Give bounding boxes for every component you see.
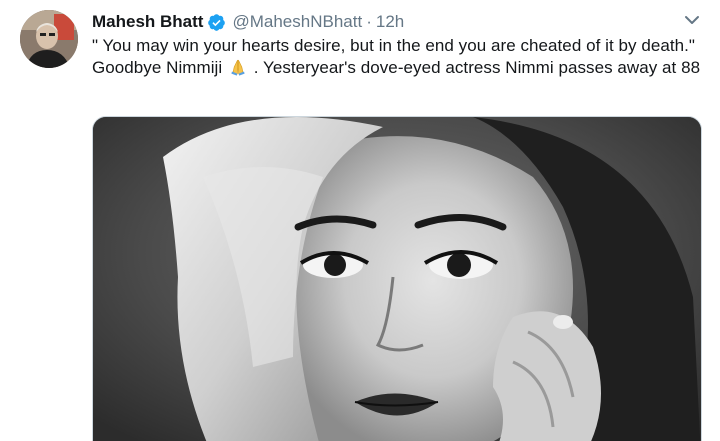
tweet-card[interactable]: Mahesh Bhatt @MaheshNBhatt · 12h " You m… xyxy=(0,0,720,441)
photo-image xyxy=(93,117,701,441)
timestamp[interactable]: 12h xyxy=(376,10,404,34)
chevron-down-icon[interactable] xyxy=(682,10,702,30)
handle[interactable]: @MaheshNBhatt xyxy=(232,10,362,34)
folded-hands-icon xyxy=(229,58,247,76)
verified-badge-icon xyxy=(207,13,226,32)
avatar-image xyxy=(20,10,78,68)
separator-dot: · xyxy=(366,12,372,31)
tweet-text: " You may win your hearts desire, but in… xyxy=(92,35,707,79)
tweet-text-part2: . Yesteryear's dove-eyed actress Nimmi p… xyxy=(253,58,701,77)
tweet-header: Mahesh Bhatt @MaheshNBhatt · 12h xyxy=(92,10,404,34)
display-name[interactable]: Mahesh Bhatt xyxy=(92,10,203,34)
tweet-media-photo[interactable] xyxy=(92,116,702,441)
avatar[interactable] xyxy=(20,10,78,68)
